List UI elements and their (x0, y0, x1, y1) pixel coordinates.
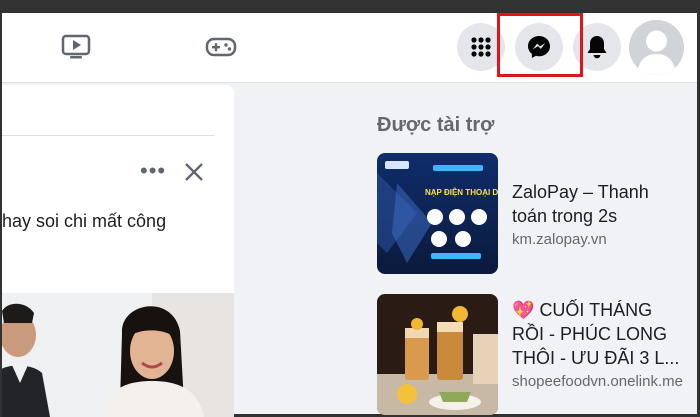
divider (2, 135, 214, 136)
heart-emoji: 💖 (512, 300, 535, 320)
window-frame-top (0, 0, 700, 13)
profile-avatar[interactable] (629, 20, 684, 75)
ad-item-phuclong[interactable]: 💖 CUỐI THÁNG RỒI - PHÚC LONG THÔI - ƯU Đ… (377, 294, 687, 415)
post-photo[interactable] (2, 293, 234, 417)
zalopay-banner-image: NẠP ĐIỆN THOẠI DATA 3G/4G (377, 153, 498, 274)
gaming-tab[interactable] (205, 33, 237, 61)
more-options-icon[interactable]: ••• (140, 160, 166, 182)
top-navigation-bar (2, 13, 697, 83)
ad-title[interactable]: 💖 CUỐI THÁNG RỒI - PHÚC LONG THÔI - ƯU Đ… (512, 298, 682, 370)
banner-text: NẠP ĐIỆN THOẠI DATA 3G/4G (425, 188, 498, 197)
post-card: ••• hay soi chi mất công (2, 85, 234, 417)
ad-thumbnail-zalopay[interactable]: NẠP ĐIỆN THOẠI DATA 3G/4G (377, 153, 498, 274)
ad-url: km.zalopay.vn (512, 231, 607, 248)
post-text: hay soi chi mất công (2, 211, 167, 231)
grid-menu-icon (471, 37, 491, 57)
ad-item-zalopay[interactable]: NẠP ĐIỆN THOẠI DATA 3G/4G ZaloPay – Than… (377, 153, 687, 278)
ad-thumbnail-phuclong[interactable] (377, 294, 498, 415)
watch-tab[interactable] (60, 33, 92, 61)
user-avatar-icon (629, 20, 684, 75)
drinks-photo-image (377, 294, 498, 415)
ad-title-text: CUỐI THÁNG RỒI - PHÚC LONG THÔI - ƯU ĐÃI… (512, 300, 680, 368)
close-icon[interactable] (182, 160, 206, 184)
video-icon (61, 34, 91, 59)
bell-icon (587, 36, 607, 59)
ad-title[interactable]: ZaloPay – Thanh toán trong 2s (512, 180, 682, 228)
messenger-highlight-box (497, 13, 583, 77)
people-photo-image (2, 293, 234, 417)
ad-url: shopeefoodvn.onelink.me (512, 373, 683, 390)
sponsored-heading: Được tài trợ (377, 114, 495, 136)
gamepad-icon (205, 37, 237, 57)
